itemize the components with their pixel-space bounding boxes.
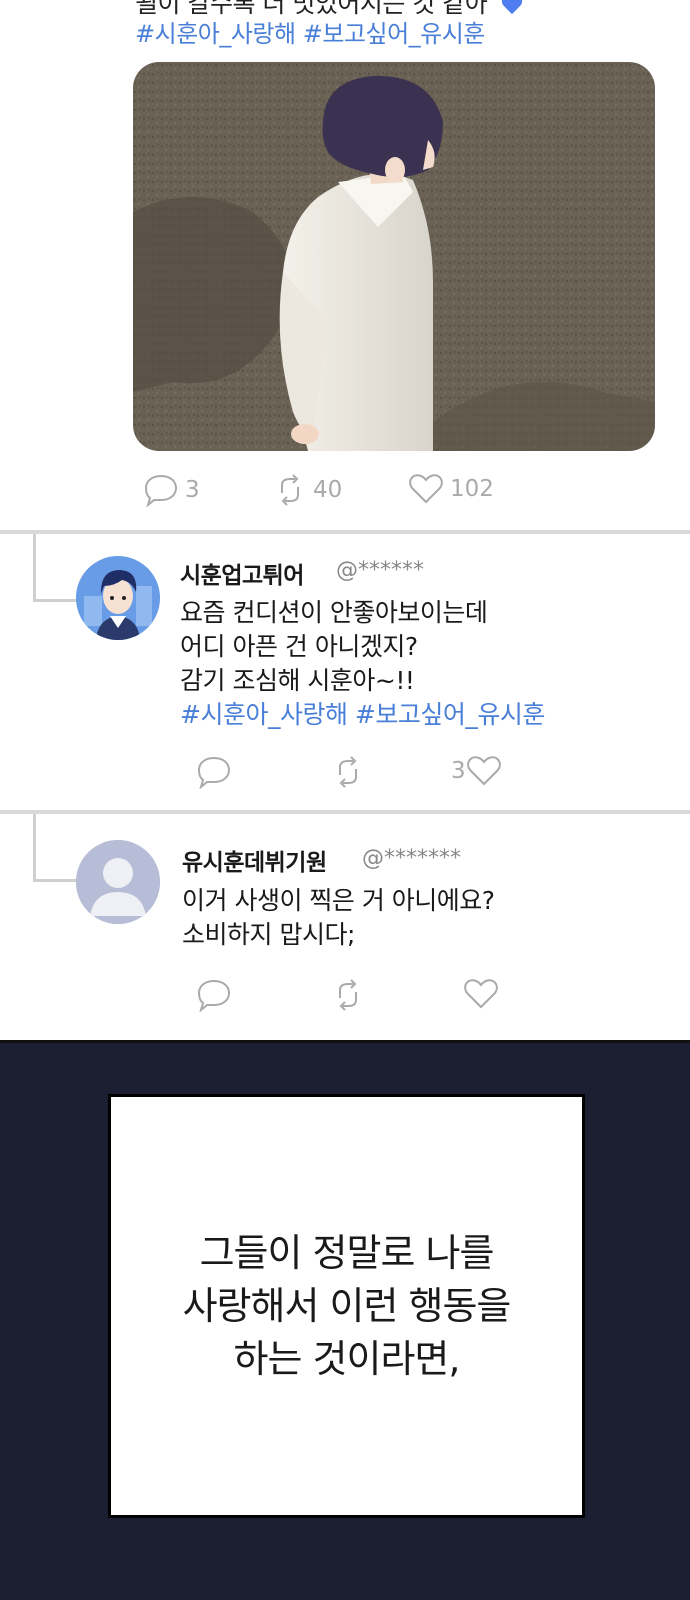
reply-line: 소비하지 맙시다; (182, 920, 355, 949)
username[interactable]: 시훈업고튀어 (180, 556, 304, 590)
boy-looking-away-illustration (133, 62, 655, 451)
boy-avatar-illustration (76, 556, 160, 640)
narration-box: 그들이 정말로 나를 사랑해서 이런 행동을 하는 것이라면, (108, 1094, 585, 1518)
person-placeholder-icon (76, 840, 160, 924)
reply-hashtags[interactable]: #시훈아_사랑해 #보고싶어_유시훈 (180, 698, 545, 732)
like-count: 3 (451, 758, 466, 784)
reply-action-bar: 3 (196, 755, 516, 795)
narration-line: 그들이 정말로 나를 (199, 1230, 495, 1275)
narration-text: 그들이 정말로 나를 사랑해서 이런 행동을 하는 것이라면, (182, 1227, 512, 1386)
blue-heart-icon (501, 0, 522, 15)
narration-line: 하는 것이라면, (233, 1336, 461, 1381)
heart-icon (464, 979, 498, 1009)
reply-count: 3 (185, 477, 200, 503)
user-handle: @******* (362, 846, 461, 871)
reply-line: 이거 사생이 찍은 거 아니에요? (182, 886, 495, 915)
heart-icon (409, 474, 443, 504)
post-photo[interactable] (133, 62, 655, 451)
post-action-bar: 3 40 102 (143, 473, 543, 513)
reply-line: 감기 조심해 시훈아~!! (180, 666, 415, 695)
like-action[interactable]: 3 (451, 755, 502, 787)
reply-line: 요즘 컨디션이 안좋아보이는데 (180, 598, 488, 627)
divider (0, 810, 690, 814)
retweet-icon (339, 979, 357, 1011)
thread-connector (33, 534, 76, 602)
speech-bubble-icon (144, 474, 178, 507)
retweet-action[interactable] (331, 755, 365, 789)
reply-line: 어디 아픈 건 아니겠지? (180, 632, 418, 661)
username[interactable]: 유시훈데뷔기원 (182, 843, 327, 877)
narration-line: 사랑해서 이런 행동을 (182, 1283, 512, 1328)
reply-action-bar (196, 978, 516, 1018)
user-handle: @****** (336, 558, 424, 583)
default-avatar[interactable] (76, 840, 160, 924)
thread-connector (33, 814, 76, 882)
reply-action[interactable]: 3 (143, 473, 200, 507)
divider (0, 530, 690, 534)
reply-action[interactable] (196, 755, 232, 789)
like-action[interactable]: 102 (408, 473, 494, 505)
reply-body: 요즘 컨디션이 안좋아보이는데 어디 아픈 건 아니겠지? 감기 조심해 시훈아… (180, 596, 545, 732)
like-action[interactable] (463, 978, 499, 1010)
retweet-count: 40 (313, 477, 343, 503)
reply-body: 이거 사생이 찍은 거 아니에요? 소비하지 맙시다; (182, 884, 495, 952)
retweet-action[interactable] (331, 978, 365, 1012)
speech-bubble-icon (197, 756, 231, 789)
post-hashtags[interactable]: #시훈아_사랑해 #보고싶어_유시훈 (135, 14, 485, 49)
heart-icon (466, 756, 501, 786)
speech-bubble-icon (197, 979, 231, 1012)
reply-action[interactable] (196, 978, 232, 1012)
retweet-icon (281, 474, 299, 506)
retweet-icon (339, 756, 357, 788)
avatar[interactable] (76, 556, 160, 640)
retweet-action[interactable]: 40 (273, 473, 342, 507)
like-count: 102 (450, 476, 494, 502)
